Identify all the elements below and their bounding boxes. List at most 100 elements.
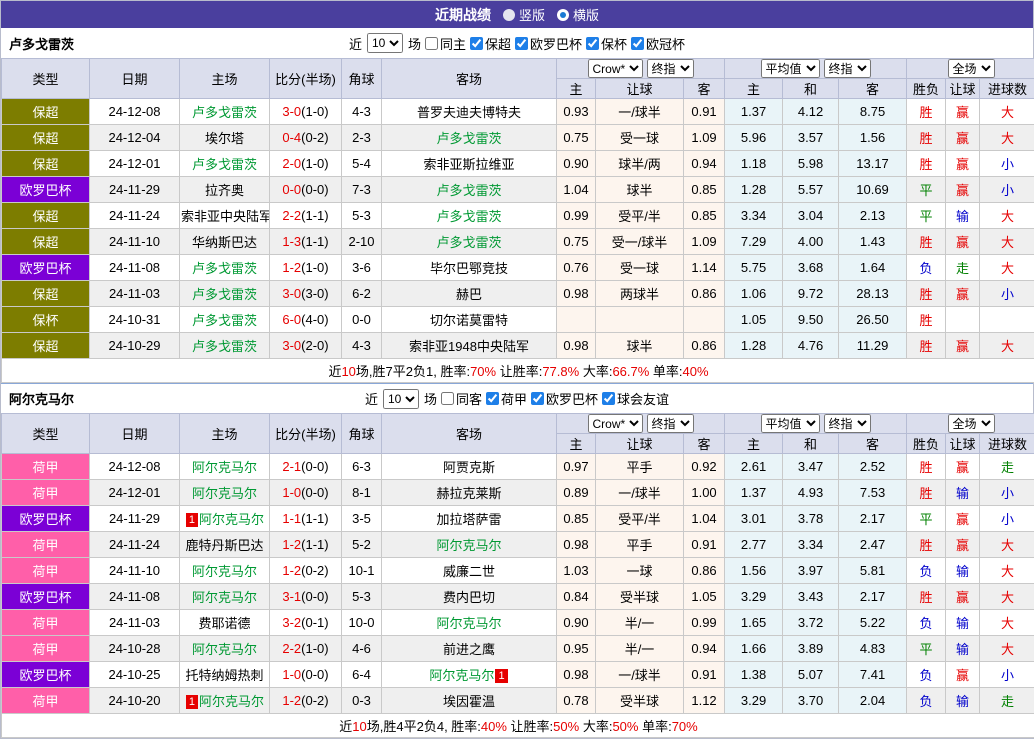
league-filter-0[interactable]: 荷甲 (485, 389, 527, 408)
league-checkbox-2[interactable] (586, 37, 599, 50)
league-filter-2[interactable]: 保杯 (585, 34, 627, 53)
team-label: 赫巴 (456, 287, 482, 302)
match-row: 欧罗巴杯24-11-08卢多戈雷茨1-2(1-0)3-6毕尔巴鄂竞技0.76受一… (2, 255, 1034, 281)
avg-source-select-0[interactable]: 平均值 (761, 59, 820, 78)
same-venue-checkbox[interactable] (425, 37, 438, 50)
subcol-result-goals: 进球数 (980, 434, 1034, 454)
team-label: 切尔诺莫雷特 (430, 313, 508, 328)
same-venue-label: 同客 (456, 389, 482, 408)
summary-segment: 让胜率: (507, 719, 553, 734)
result-goals: 走 (980, 454, 1034, 480)
result-goals: 大 (980, 255, 1034, 281)
same-venue-filter[interactable]: 同客 (440, 389, 482, 408)
result-handicap (946, 307, 980, 333)
team-label: 索非亚1948中央陆军 (409, 339, 529, 354)
layout-option-vertical[interactable]: 竖版 (503, 5, 545, 24)
league-filter-2[interactable]: 球会友谊 (601, 389, 669, 408)
league-filter-label: 荷甲 (501, 389, 527, 408)
avg-source-select-0[interactable]: 平均值 (761, 414, 820, 433)
odds-handicap: 受平/半 (596, 203, 684, 229)
page-title: 近期战绩 (435, 5, 491, 25)
team-label: 卢多戈雷茨 (436, 183, 501, 198)
odds-home (557, 307, 596, 333)
score-cell: 6-0(4-0) (270, 307, 342, 333)
match-row: 保超24-12-08卢多戈雷茨3-0(1-0)4-3普罗夫迪夫博特夫0.93一/… (2, 99, 1034, 125)
league-checkbox-3[interactable] (631, 37, 644, 50)
league-checkbox-1[interactable] (515, 37, 528, 50)
avg-draw: 3.68 (783, 255, 839, 281)
col-header-4: 角球 (342, 59, 382, 99)
league-checkbox-1[interactable] (531, 392, 544, 405)
section-filterbar: 阿尔克马尔近10场同客荷甲欧罗巴杯球会友谊 (1, 383, 1033, 413)
result-outcome: 胜 (907, 151, 946, 177)
odds-handicap: 球半 (596, 177, 684, 203)
odds-source-select-1[interactable]: 终指 (647, 59, 694, 78)
titlebar: 近期战绩 竖版 横版 (1, 1, 1033, 28)
fulltime-score: 6-0 (282, 312, 301, 327)
league-filter-label: 保杯 (601, 34, 627, 53)
odds-away: 0.99 (684, 610, 725, 636)
scope-select-0[interactable]: 全场 (948, 414, 995, 433)
avg-home: 1.28 (725, 177, 783, 203)
result-goals: 大 (980, 333, 1034, 359)
league-badge: 保超 (2, 151, 90, 177)
odds-handicap: 半/一 (596, 610, 684, 636)
match-row: 荷甲24-10-201阿尔克马尔1-2(0-2)0-3埃因霍温0.78受半球1.… (2, 688, 1034, 714)
result-goals: 大 (980, 203, 1034, 229)
league-checkbox-0[interactable] (486, 392, 499, 405)
odds-home: 0.98 (557, 281, 596, 307)
match-date: 24-10-20 (90, 688, 180, 714)
layout-option-horizontal[interactable]: 横版 (557, 5, 599, 24)
recent-count-select[interactable]: 10 (367, 33, 403, 53)
halftime-score: (1-1) (301, 208, 328, 223)
avg-draw: 4.93 (783, 480, 839, 506)
corner-cell: 0-0 (342, 307, 382, 333)
avg-home: 1.38 (725, 662, 783, 688)
league-filter-3[interactable]: 欧冠杯 (630, 34, 685, 53)
scope-select-0[interactable]: 全场 (948, 59, 995, 78)
avg-draw: 4.00 (783, 229, 839, 255)
league-checkbox-0[interactable] (470, 37, 483, 50)
avg-draw: 3.43 (783, 584, 839, 610)
odds-away: 1.09 (684, 125, 725, 151)
avg-draw: 3.47 (783, 454, 839, 480)
match-date: 24-11-29 (90, 177, 180, 203)
odds-home: 0.98 (557, 662, 596, 688)
recent-count-select[interactable]: 10 (383, 389, 419, 409)
odds-source-select-0[interactable]: Crow* (588, 59, 643, 78)
halftime-score: (0-2) (301, 693, 328, 708)
corner-cell: 4-3 (342, 333, 382, 359)
col-header-4: 角球 (342, 414, 382, 454)
team-label: 卢多戈雷茨 (436, 235, 501, 250)
avg-home: 1.66 (725, 636, 783, 662)
league-filter-label: 欧罗巴杯 (530, 34, 582, 53)
avg-source-header-cell: 平均值终指 (725, 414, 907, 434)
avg-home: 3.29 (725, 584, 783, 610)
layout-option-vertical-label: 竖版 (519, 5, 545, 24)
odds-handicap: 平手 (596, 454, 684, 480)
summary-row: 近10场,胜7平2负1, 胜率:70% 让胜率:77.8% 大率:66.7% 单… (2, 359, 1034, 383)
same-venue-filter[interactable]: 同主 (424, 34, 466, 53)
match-row: 保超24-11-24索非亚中央陆军2-2(1-1)5-3卢多戈雷茨0.99受平/… (2, 203, 1034, 229)
result-outcome: 胜 (907, 584, 946, 610)
halftime-score: (1-0) (301, 641, 328, 656)
league-filter-1[interactable]: 欧罗巴杯 (514, 34, 582, 53)
odds-source-select-1[interactable]: 终指 (647, 414, 694, 433)
subcol-odds-away: 客 (684, 79, 725, 99)
avg-source-select-1[interactable]: 终指 (824, 59, 871, 78)
match-row: 保超24-10-29卢多戈雷茨3-0(2-0)4-3索非亚1948中央陆军0.9… (2, 333, 1034, 359)
league-badge: 荷甲 (2, 688, 90, 714)
avg-away: 8.75 (839, 99, 907, 125)
avg-draw: 3.57 (783, 125, 839, 151)
avg-source-select-1[interactable]: 终指 (824, 414, 871, 433)
score-cell: 1-2(1-0) (270, 255, 342, 281)
avg-home: 5.96 (725, 125, 783, 151)
team-label: 普罗夫迪夫博特夫 (417, 105, 521, 120)
league-filter-0[interactable]: 保超 (469, 34, 511, 53)
same-venue-checkbox[interactable] (441, 392, 454, 405)
league-filter-1[interactable]: 欧罗巴杯 (530, 389, 598, 408)
odds-source-select-0[interactable]: Crow* (588, 414, 643, 433)
league-checkbox-2[interactable] (602, 392, 615, 405)
league-badge: 欧罗巴杯 (2, 662, 90, 688)
odds-home: 0.84 (557, 584, 596, 610)
